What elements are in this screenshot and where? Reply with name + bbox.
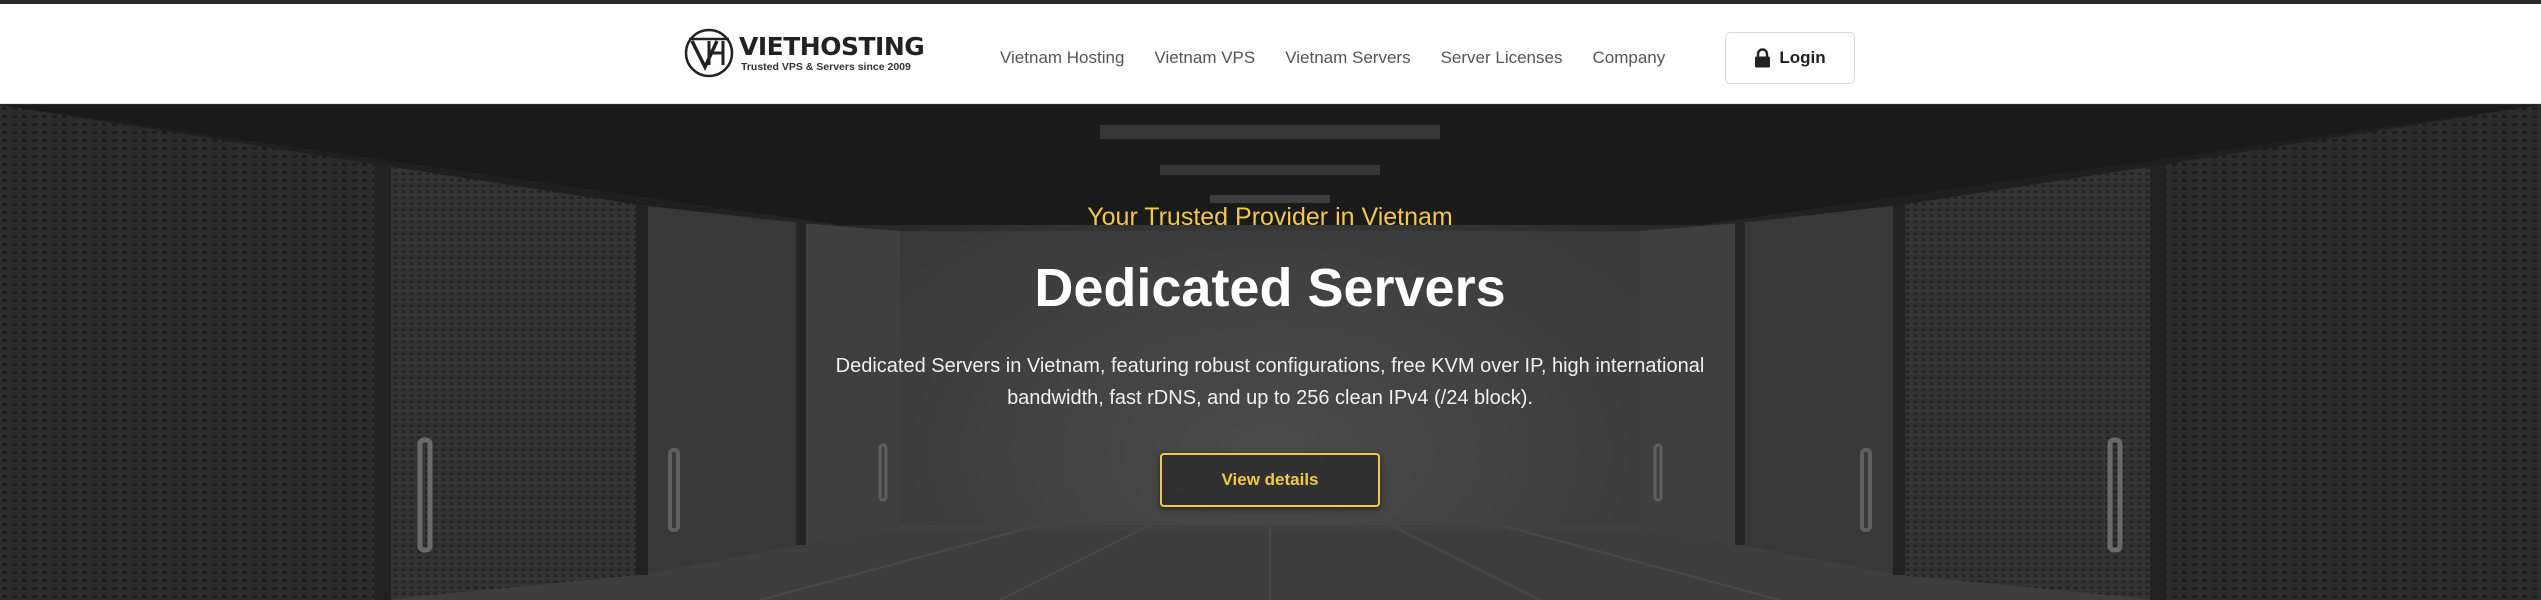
main-nav: Vietnam Hosting Vietnam VPS Vietnam Serv… [1000,8,1695,108]
hero-title: Dedicated Servers [1034,258,1506,318]
hero-subtitle: Your Trusted Provider in Vietnam [1087,203,1453,231]
login-button[interactable]: Login [1725,32,1855,84]
nav-company[interactable]: Company [1592,48,1665,68]
nav-vietnam-servers[interactable]: Vietnam Servers [1285,48,1410,68]
nav-vietnam-hosting[interactable]: Vietnam Hosting [1000,48,1124,68]
logo-mark-icon [684,28,734,78]
brand-name: VIETHOSTING [739,32,925,61]
view-details-button[interactable]: View details [1160,453,1380,507]
hero-description: Dedicated Servers in Vietnam, featuring … [835,355,1705,409]
nav-server-licenses[interactable]: Server Licenses [1441,48,1563,68]
lock-icon [1755,48,1771,68]
login-label: Login [1779,48,1826,67]
hero-section: Your Trusted Provider in Vietnam Dedicat… [0,105,2541,600]
nav-vietnam-vps[interactable]: Vietnam VPS [1154,48,1255,68]
navbar: VIETHOSTING Trusted VPS & Servers since … [0,4,2541,104]
brand-tagline: Trusted VPS & Servers since 2009 [741,61,911,73]
brand-logo[interactable]: VIETHOSTING Trusted VPS & Servers since … [683,24,925,82]
